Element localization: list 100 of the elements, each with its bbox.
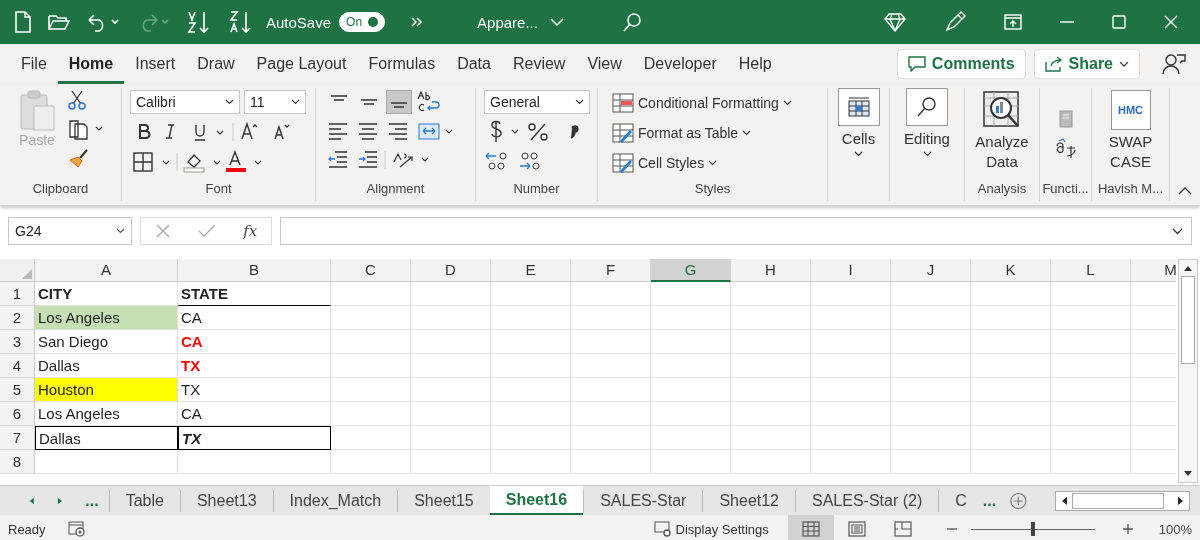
sheet-tab[interactable]: C [938,489,983,512]
previous-sheet-icon[interactable] [28,495,35,506]
ribbon-tab[interactable]: View [576,44,633,84]
column-header[interactable]: L [1051,259,1131,282]
pen-icon[interactable] [944,11,966,33]
undo-icon[interactable] [86,12,120,32]
column-header[interactable]: A [35,259,178,282]
column-header[interactable]: M [1131,259,1176,282]
scroll-down-icon[interactable] [1183,470,1193,478]
row-header[interactable]: 3 [0,330,35,354]
styles-menu-button[interactable]: Conditional Formatting [612,90,821,116]
column-header[interactable]: E [491,259,571,282]
sort-descending-icon[interactable] [228,10,254,34]
add-sheet-icon[interactable] [1010,490,1027,511]
sheet-tab[interactable]: SALES-Star (2) [795,489,939,512]
formula-input[interactable] [280,217,1192,245]
more-sheets-button[interactable]: ... [85,491,109,510]
display-settings-button[interactable]: Display Settings [653,521,769,537]
autosave-toggle[interactable]: On [339,12,386,32]
search-icon[interactable] [621,12,642,32]
accessibility-icon[interactable] [67,521,86,537]
cells-button[interactable]: Cells [837,88,880,157]
comments-button[interactable]: Comments [896,49,1026,79]
ribbon-tab[interactable]: Page Layout [245,44,358,84]
zoom-slider-thumb[interactable] [1030,522,1035,536]
editing-button[interactable]: Editing [904,88,950,157]
scroll-right-icon[interactable] [1177,495,1185,506]
table-cell: CA [178,402,331,426]
ribbon-tab[interactable]: Data [446,44,502,84]
ribbon-tab[interactable]: Help [727,44,783,84]
column-header[interactable]: J [891,259,971,282]
ribbon-tab[interactable]: File [10,44,58,84]
column-header[interactable]: B [178,259,331,282]
caret-icon [575,99,584,105]
person-icon[interactable] [1162,53,1186,75]
ribbon-tab[interactable]: Review [501,44,577,84]
horizontal-scrollbar[interactable] [1054,490,1190,511]
more-sheets-button[interactable]: ... [982,491,1007,510]
ribbon-tab[interactable]: Insert [124,44,187,84]
swap-case-button[interactable]: HMC SWAP CASE [1098,90,1163,179]
sheet-tab[interactable]: Sheet15 [397,489,490,512]
copy-icon[interactable] [68,118,104,140]
column-header[interactable]: H [731,259,811,282]
sheet-tab[interactable]: SALES-Star [583,489,703,512]
row-header[interactable]: 4 [0,354,35,378]
more-commands-icon[interactable] [411,17,424,27]
number-format-dropdown[interactable]: General [484,90,590,114]
diamond-icon[interactable] [884,12,906,32]
row-header[interactable]: 7 [0,426,35,450]
document-title[interactable]: Appare... [477,13,564,31]
maximize-icon[interactable] [1112,15,1126,29]
ribbon-display-icon[interactable] [1004,14,1022,30]
group-label: Font [204,181,233,198]
insert-function-button[interactable]: fx [243,222,258,240]
expand-caret-icon[interactable] [1172,227,1183,235]
new-file-icon[interactable] [14,11,32,33]
sheet-tab[interactable]: Table [108,489,180,512]
ribbon-tab[interactable]: Draw [186,44,246,84]
translate-icon[interactable] [1054,137,1077,160]
paintbrush-icon[interactable] [68,148,90,168]
column-header[interactable]: G [651,259,731,282]
ribbon-tab[interactable]: Developer [632,44,728,84]
styles-menu-button[interactable]: Format as Table [612,120,821,146]
scroll-up-icon[interactable] [1183,264,1193,272]
name-box[interactable]: G24 [8,217,132,245]
normal-view-button[interactable] [787,515,834,540]
sort-ascending-icon[interactable] [186,10,212,34]
column-header[interactable]: K [971,259,1051,282]
ribbon-tab[interactable]: Formulas [357,44,447,84]
next-sheet-icon[interactable] [56,495,64,506]
vertical-scrollbar[interactable] [1178,259,1198,483]
sheet-tab[interactable]: Sheet12 [702,489,795,512]
table-cell: Los Angeles [35,306,178,330]
row-header[interactable]: 1 [0,282,35,306]
analyze-data-button[interactable]: Analyze Data [970,90,1034,179]
font-name-dropdown[interactable]: Calibri [130,90,240,114]
font-size-dropdown[interactable]: 11 [244,90,306,114]
sheet-tab[interactable]: Index_Match [272,489,398,512]
column-header[interactable]: C [331,259,411,282]
zoom-level[interactable]: 100% [1158,521,1192,537]
row-header[interactable]: 2 [0,306,35,330]
zoom-in-icon[interactable] [1122,524,1133,534]
column-header[interactable]: D [411,259,491,282]
scissors-icon[interactable] [68,90,86,110]
sheet-tab[interactable]: Sheet16 [489,486,584,515]
row-header[interactable]: 6 [0,402,35,426]
caret-icon [742,130,752,136]
collapse-ribbon-icon[interactable] [1178,187,1192,195]
share-button[interactable]: Share [1033,49,1140,79]
row-header[interactable]: 8 [0,450,35,474]
column-header[interactable]: F [571,259,651,282]
sheet-tab[interactable]: Sheet13 [179,489,273,512]
bottom-align-button[interactable] [386,90,412,114]
wrap-text-icon[interactable] [416,91,440,113]
row-header[interactable]: 5 [0,378,35,402]
folder-icon[interactable] [48,13,70,31]
column-header[interactable]: I [811,259,891,282]
enter-check-icon[interactable] [198,224,216,238]
styles-menu-button[interactable]: Cell Styles [612,150,821,176]
close-icon[interactable] [1164,15,1178,29]
